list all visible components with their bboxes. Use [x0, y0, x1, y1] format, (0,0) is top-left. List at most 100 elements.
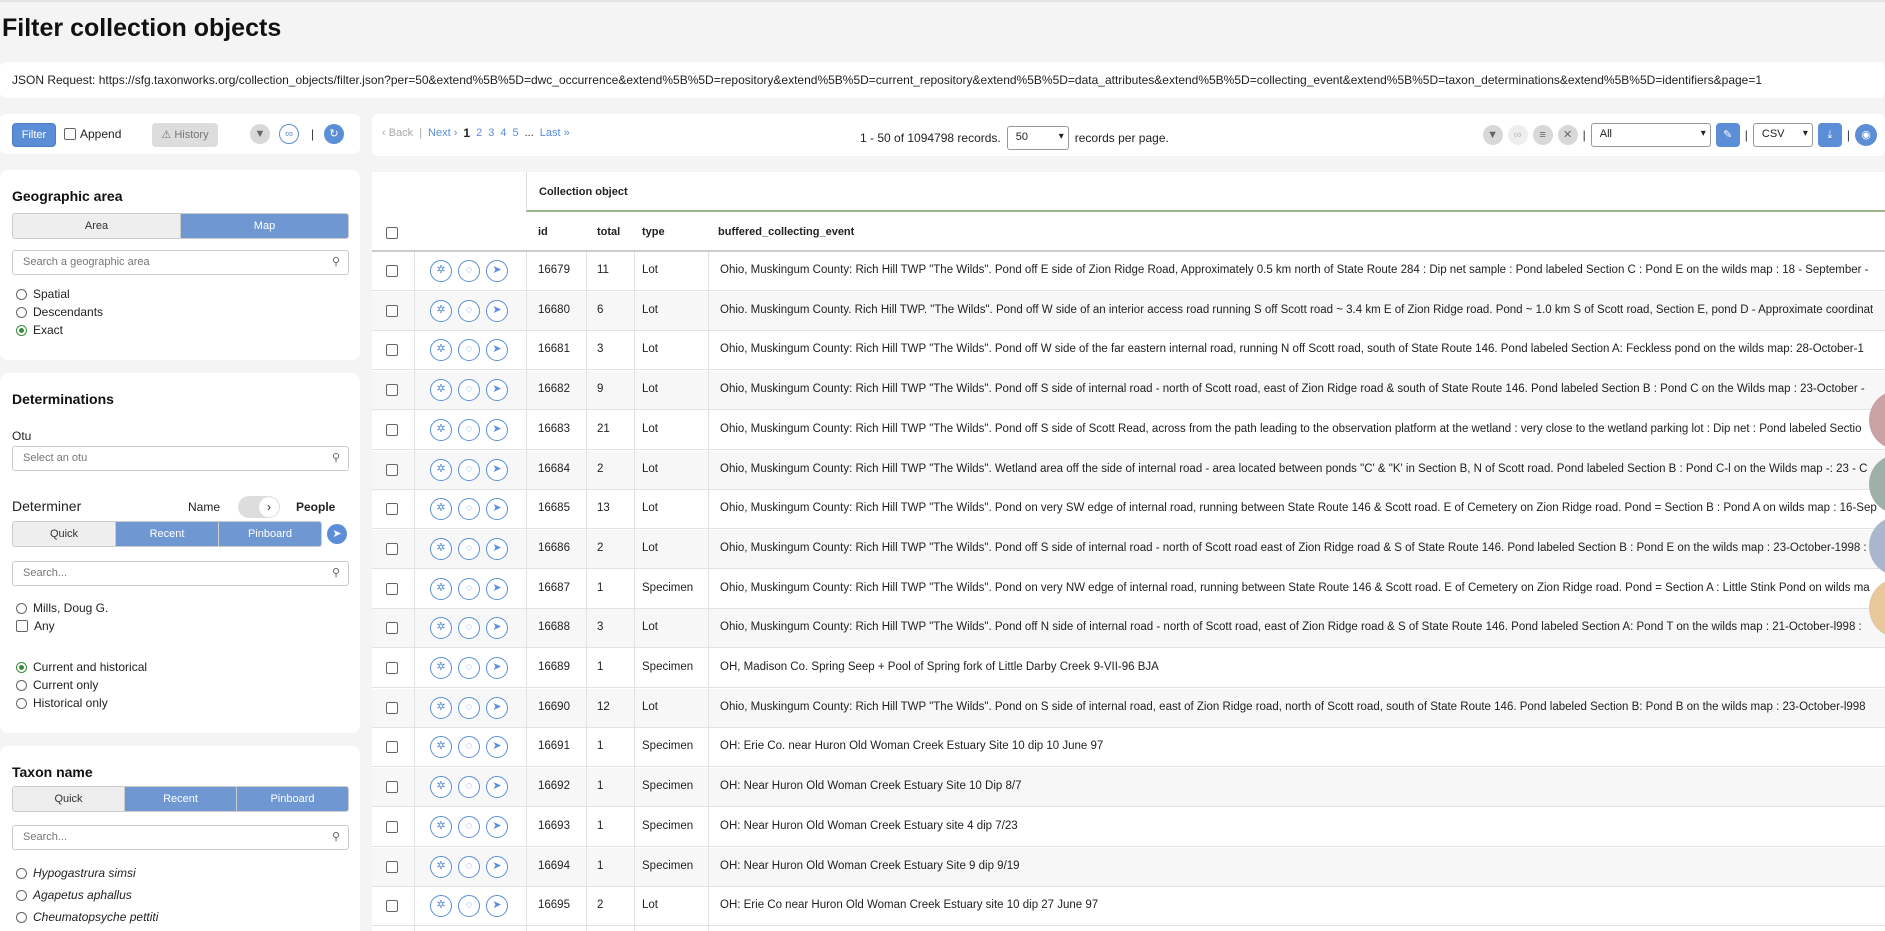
- radial-annotator-icon[interactable]: ✲: [430, 339, 452, 362]
- row-checkbox[interactable]: [386, 265, 398, 277]
- page-1[interactable]: 1: [463, 126, 470, 140]
- radial-object-icon[interactable]: ◌: [458, 776, 480, 799]
- radio-exact[interactable]: [16, 324, 27, 336]
- taxon-option[interactable]: Agapetus aphallus: [16, 884, 158, 906]
- radio-person[interactable]: [16, 602, 27, 614]
- page-4[interactable]: 4: [500, 127, 506, 139]
- row-checkbox[interactable]: [386, 503, 398, 516]
- link-icon[interactable]: ∞: [1507, 125, 1528, 145]
- radial-annotator-icon[interactable]: ✲: [430, 815, 452, 838]
- row-checkbox[interactable]: [386, 542, 398, 555]
- navigate-icon[interactable]: ➤: [486, 657, 508, 679]
- radio-current-only[interactable]: [16, 679, 27, 691]
- radial-object-icon[interactable]: ◌: [458, 260, 480, 282]
- pin-icon[interactable]: ➤: [327, 524, 347, 544]
- radial-object-icon[interactable]: ◌: [458, 657, 480, 679]
- taxon-option[interactable]: Hypogastrura simsi: [16, 862, 158, 884]
- radial-annotator-icon[interactable]: ✲: [430, 379, 452, 402]
- tab-quick[interactable]: Quick: [13, 522, 116, 546]
- row-checkbox[interactable]: [386, 304, 398, 317]
- radial-object-icon[interactable]: ◌: [458, 696, 480, 719]
- row-checkbox[interactable]: [386, 701, 398, 714]
- radio-current-historical[interactable]: [16, 661, 27, 673]
- radial-object-icon[interactable]: ◌: [458, 339, 480, 362]
- radio-taxon[interactable]: [16, 867, 27, 879]
- table-row[interactable]: ✲ ◌ ➤ 16692 1 Specimen OH: Near Huron Old Woma…: [372, 768, 1885, 808]
- last-link[interactable]: Last »: [540, 127, 570, 139]
- tab-pinboard[interactable]: Pinboard: [219, 522, 321, 546]
- navigate-icon[interactable]: ➤: [486, 776, 508, 799]
- radial-object-icon[interactable]: ◌: [458, 815, 480, 838]
- page-5[interactable]: 5: [512, 127, 518, 139]
- any-option[interactable]: Any: [16, 617, 108, 635]
- table-row[interactable]: ✲ ◌ ➤ 16684 2 Lot Ohio, Muskingum County: Rich…: [372, 450, 1885, 490]
- navigate-icon[interactable]: ➤: [486, 696, 508, 719]
- per-page-select[interactable]: 50 ▾: [1006, 126, 1069, 150]
- row-checkbox[interactable]: [386, 344, 398, 357]
- navigate-icon[interactable]: ➤: [486, 339, 508, 362]
- taxon-option[interactable]: Cheumatopsyche pettiti: [16, 906, 158, 928]
- radial-annotator-icon[interactable]: ✲: [430, 260, 452, 282]
- radial-object-icon[interactable]: ◌: [458, 736, 480, 759]
- radial-object-icon[interactable]: ◌: [458, 299, 480, 322]
- column-header-id[interactable]: id: [538, 226, 548, 238]
- scope-current-only[interactable]: Current only: [16, 676, 147, 694]
- row-checkbox[interactable]: [386, 662, 398, 674]
- row-checkbox[interactable]: [386, 423, 398, 436]
- table-row[interactable]: ✲ ◌ ➤ 16687 1 Specimen Ohio, Muskingum County:…: [372, 570, 1885, 609]
- radial-annotator-icon[interactable]: ✲: [430, 577, 452, 600]
- radial-annotator-icon[interactable]: ✲: [430, 498, 452, 521]
- navigate-icon[interactable]: ➤: [486, 537, 508, 560]
- radio-historical-only[interactable]: [16, 697, 27, 709]
- radial-object-icon[interactable]: ◌: [458, 577, 480, 600]
- radial-object-icon[interactable]: ◌: [458, 855, 480, 878]
- radio-descendants[interactable]: [16, 306, 27, 318]
- eye-icon[interactable]: ◉: [1855, 124, 1877, 146]
- table-row[interactable]: ✲ ◌ ➤ 16682 9 Lot Ohio, Muskingum County: Rich…: [372, 371, 1885, 411]
- filter-icon[interactable]: ▼: [250, 124, 270, 144]
- append-toggle[interactable]: Append: [64, 127, 121, 141]
- navigate-icon[interactable]: ➤: [486, 418, 508, 441]
- export-format-select[interactable]: CSV ▾: [1752, 123, 1813, 147]
- row-checkbox[interactable]: [386, 820, 398, 833]
- trash-icon[interactable]: ✕: [1557, 125, 1578, 145]
- layers-icon[interactable]: ≡: [1532, 125, 1553, 145]
- row-checkbox[interactable]: [386, 463, 398, 476]
- radial-annotator-icon[interactable]: ✲: [430, 657, 452, 679]
- navigate-icon[interactable]: ➤: [486, 458, 508, 481]
- column-header-total[interactable]: total: [597, 226, 620, 238]
- radial-object-icon[interactable]: ◌: [458, 379, 480, 402]
- tab-area[interactable]: Area: [13, 214, 181, 238]
- table-row[interactable]: ✲ ◌ ➤ 16694 1 Specimen OH: Near Huron Old Woma…: [372, 847, 1885, 887]
- column-header-event[interactable]: buffered_collecting_event: [718, 226, 854, 238]
- navigate-icon[interactable]: ➤: [486, 577, 508, 600]
- table-row[interactable]: ✲ ◌ ➤ 16688 3 Lot Ohio, Muskingum County: Rich…: [372, 609, 1885, 649]
- next-link[interactable]: Next ›: [428, 127, 457, 139]
- navigate-icon[interactable]: ➤: [486, 895, 508, 918]
- person-option[interactable]: Mills, Doug G.: [16, 599, 108, 617]
- tab-recent[interactable]: Recent: [125, 787, 237, 811]
- tab-quick[interactable]: Quick: [13, 787, 125, 811]
- table-row[interactable]: ✲ ◌ ➤ 16681 3 Lot Ohio, Muskingum County: Rich…: [372, 331, 1885, 371]
- radial-object-icon[interactable]: ◌: [458, 617, 480, 640]
- page-3[interactable]: 3: [488, 127, 494, 139]
- radial-object-icon[interactable]: ◌: [458, 418, 480, 441]
- navigate-icon[interactable]: ➤: [486, 379, 508, 402]
- filter-button[interactable]: Filter: [12, 123, 56, 147]
- download-icon[interactable]: ⤓: [1817, 123, 1842, 147]
- radio-taxon[interactable]: [16, 889, 27, 901]
- option-descendants[interactable]: Descendants: [16, 303, 103, 321]
- navigate-icon[interactable]: ➤: [486, 617, 508, 640]
- column-header-type[interactable]: type: [642, 226, 665, 238]
- pencil-icon[interactable]: ✎: [1715, 123, 1740, 147]
- table-row[interactable]: ✲ ◌ ➤ 16693 1 Specimen OH: Near Huron Old Woma…: [372, 808, 1885, 847]
- radial-annotator-icon[interactable]: ✲: [430, 299, 452, 322]
- option-exact[interactable]: Exact: [16, 321, 103, 339]
- taxon-search[interactable]: Search... ⚲: [12, 825, 349, 850]
- radial-annotator-icon[interactable]: ✲: [430, 458, 452, 481]
- radial-object-icon[interactable]: ◌: [458, 458, 480, 481]
- append-checkbox[interactable]: [64, 128, 76, 140]
- row-checkbox[interactable]: [386, 384, 398, 397]
- geographic-area-search[interactable]: Search a geographic area ⚲: [12, 250, 349, 275]
- navigate-icon[interactable]: ➤: [486, 736, 508, 759]
